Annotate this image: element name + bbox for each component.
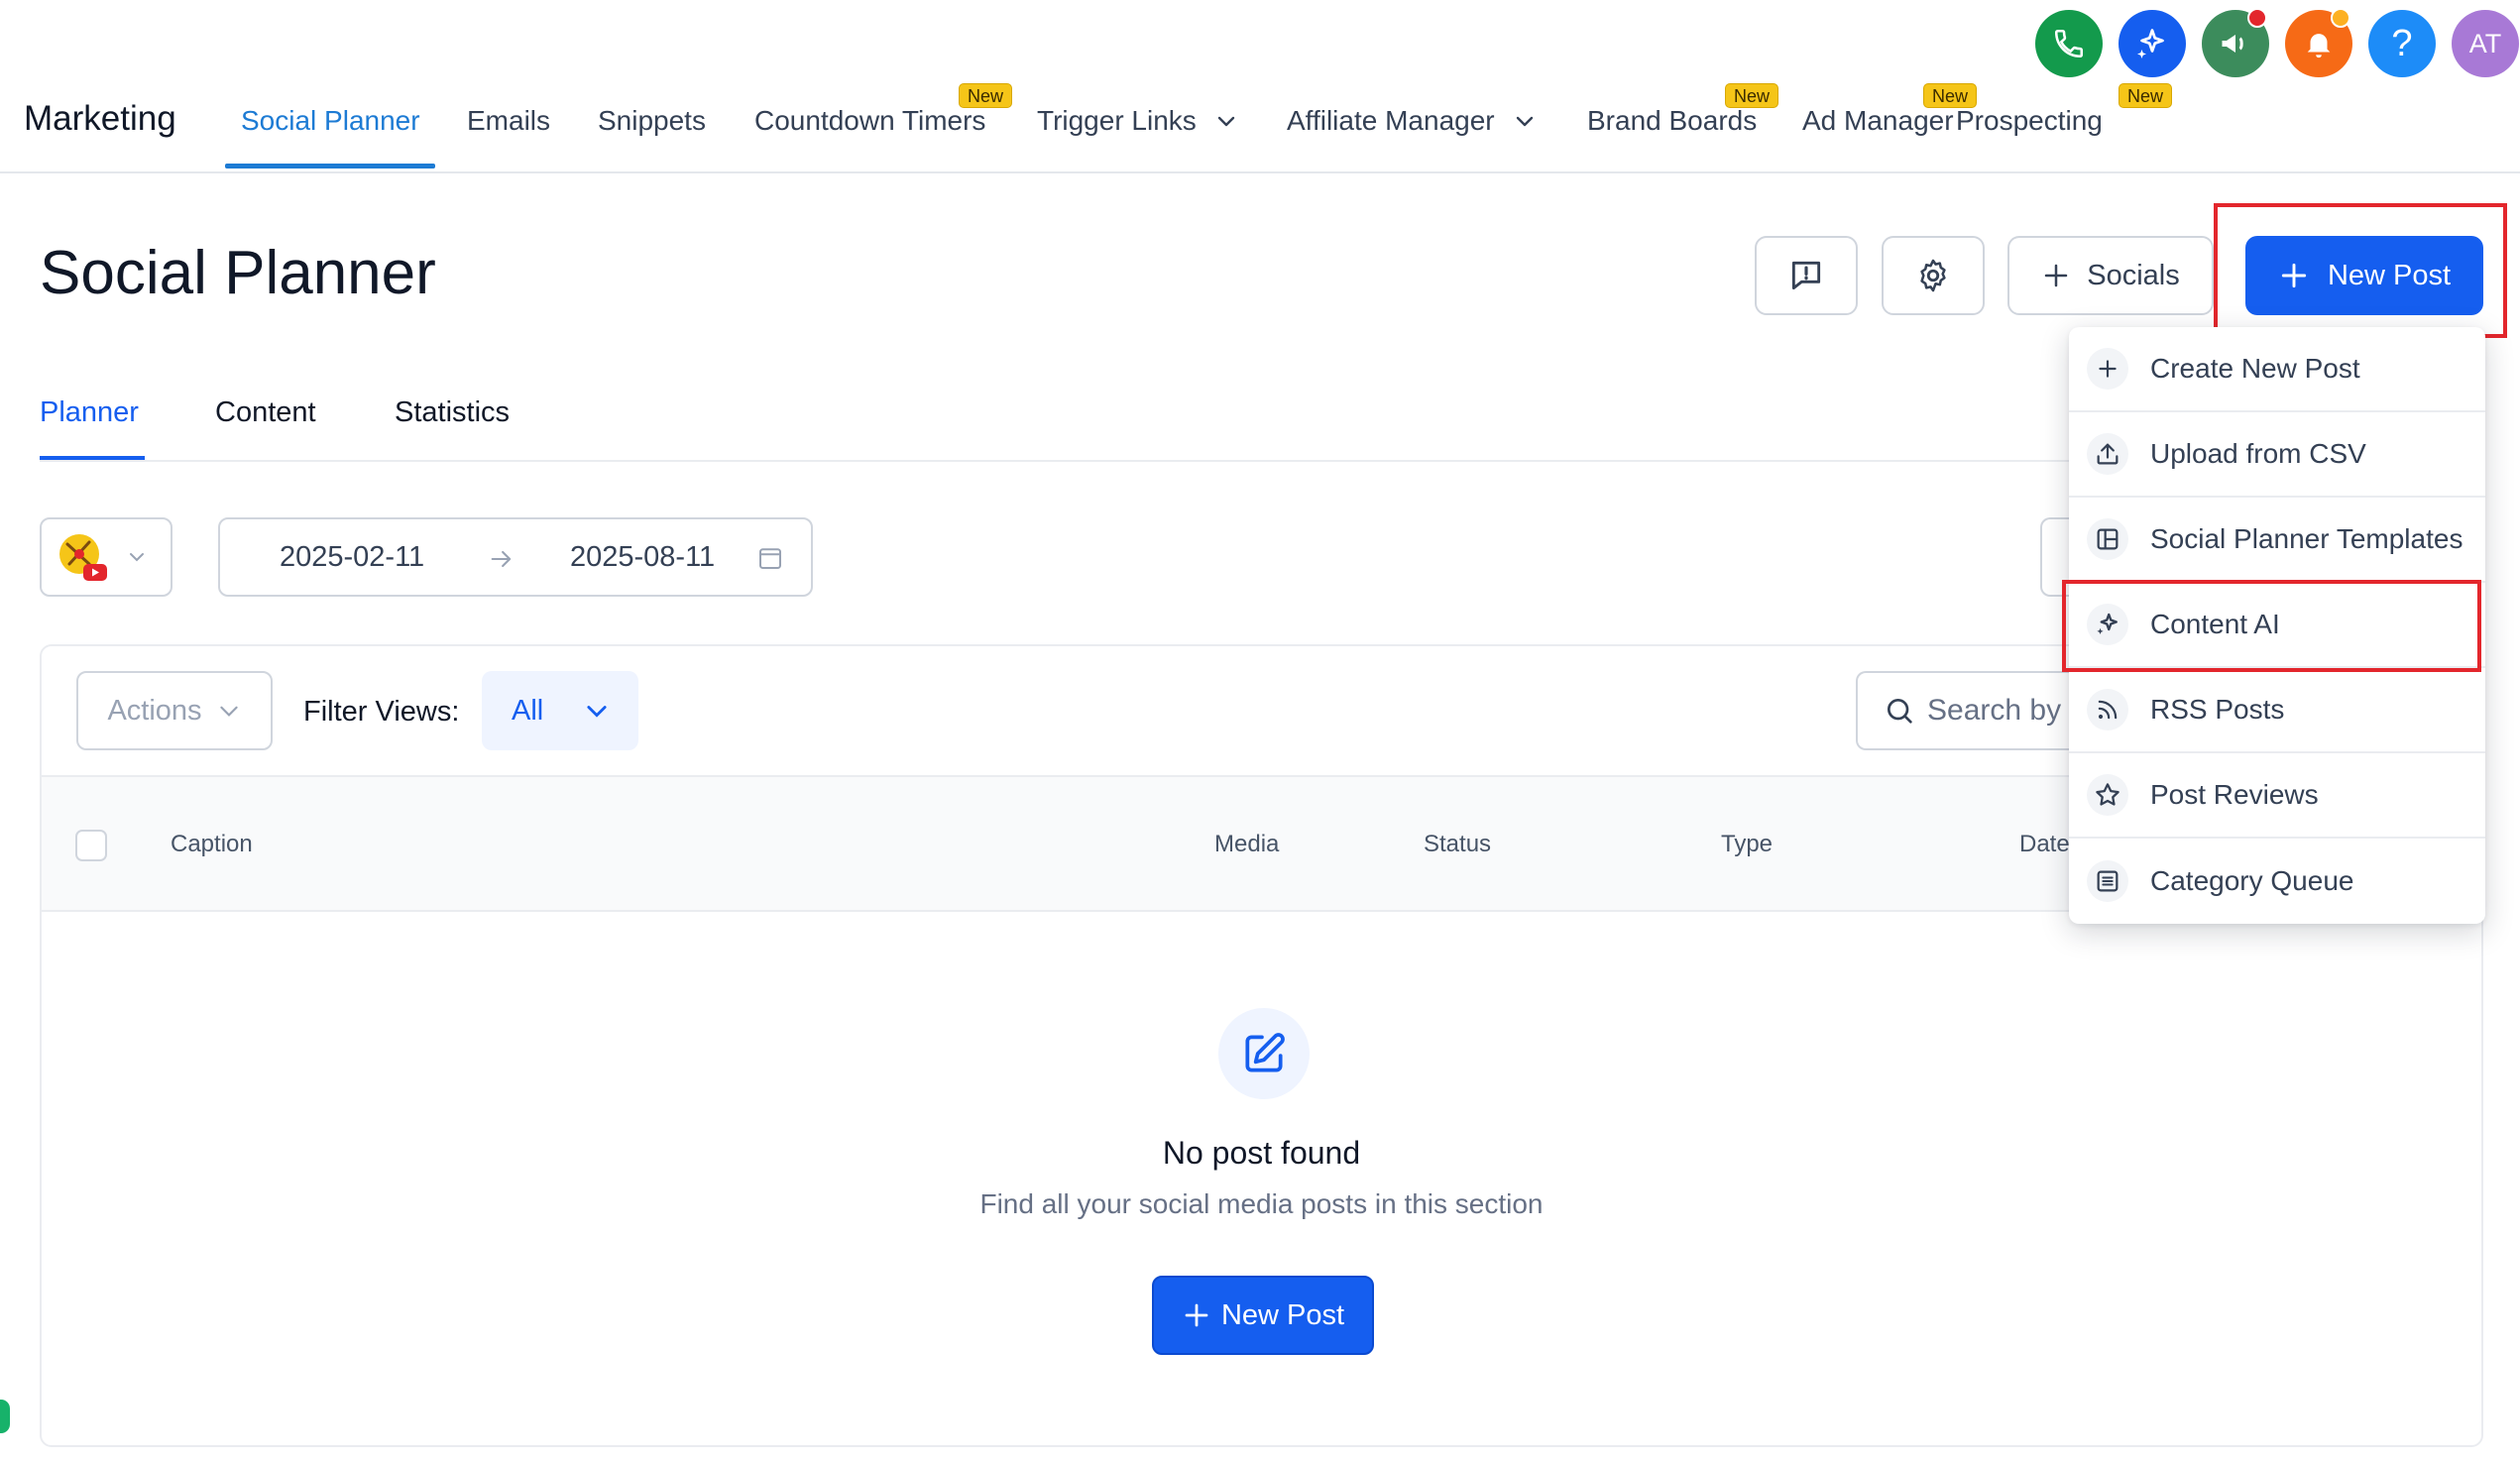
arrow-right-icon [488,545,515,573]
account-selector[interactable] [40,517,172,597]
page-title: Social Planner [40,239,436,307]
column-media[interactable]: Media [1214,831,1279,858]
tab-content[interactable]: Content [215,396,316,429]
rss-icon [2087,689,2128,730]
search-input[interactable]: Search by [1856,671,2104,750]
help-button[interactable]: ? [2368,10,2436,77]
account-avatar [56,530,109,584]
new-badge: New [1923,83,1978,108]
chevron-down-icon [125,545,149,569]
new-badge: New [1725,83,1779,108]
plus-icon [2041,261,2071,290]
menu-item-post-reviews[interactable]: Post Reviews [2069,753,2485,839]
nav-ad-manager[interactable]: Ad Manager [1802,105,1954,137]
nav-brand-boards[interactable]: Brand Boards [1587,105,1757,137]
search-icon [1884,695,1915,727]
tab-statistics[interactable]: Statistics [395,396,510,429]
phone-icon [2052,27,2086,60]
upload-icon [2087,433,2128,475]
tabs-divider [40,460,2087,462]
plus-icon [1182,1300,1211,1330]
notifications-button[interactable] [2285,8,2352,77]
actions-dropdown[interactable]: Actions [76,671,273,750]
user-avatar[interactable]: AT [2452,10,2519,77]
nav-snippets[interactable]: Snippets [598,105,706,137]
menu-item-create-new-post[interactable]: Create New Post [2069,327,2485,412]
menu-item-rss-posts[interactable]: RSS Posts [2069,668,2485,753]
edit-icon [1218,1008,1310,1099]
date-range-picker[interactable]: 2025-02-11 2025-08-11 [218,517,813,597]
chevron-down-icon [216,698,242,724]
empty-new-post-button[interactable]: New Post [1152,1276,1374,1355]
chevron-down-icon [583,697,611,725]
highlight-box-content-ai [2062,580,2481,672]
nav-social-planner[interactable]: Social Planner [241,105,420,137]
nav-emails[interactable]: Emails [467,105,550,137]
menu-item-social-planner-templates[interactable]: Social Planner Templates [2069,498,2485,583]
top-navigation-bar: Marketing Social Planner Emails Snippets… [0,0,2520,173]
app-brand-title: Marketing [24,99,176,138]
select-all-checkbox[interactable] [75,830,107,861]
nav-affiliate-manager[interactable]: Affiliate Manager [1287,105,1537,137]
tab-planner[interactable]: Planner [40,396,139,429]
menu-item-category-queue[interactable]: Category Queue [2069,839,2485,924]
add-socials-button[interactable]: Socials [2007,236,2214,315]
ai-assistant-button[interactable] [2119,10,2186,77]
megaphone-icon [2218,26,2253,61]
phone-button[interactable] [2035,10,2103,77]
help-icon: ? [2391,22,2413,64]
announcements-button[interactable] [2202,8,2269,77]
settings-button[interactable] [1882,236,1985,315]
sparkle-icon [2134,26,2170,61]
column-date[interactable]: Date [2019,831,2070,858]
chevron-down-icon [1214,109,1238,133]
filter-views-label: Filter Views: [303,696,460,728]
star-icon [2087,774,2128,816]
feedback-icon [1787,257,1825,294]
bell-icon [2302,27,2336,60]
notification-dot [2247,8,2267,28]
column-status[interactable]: Status [1424,831,1491,858]
gear-icon [1914,257,1952,294]
new-badge: New [2119,83,2173,108]
date-end[interactable]: 2025-08-11 [570,541,715,574]
calendar-icon [755,543,785,573]
side-status-indicator [0,1400,10,1433]
nav-countdown-timers[interactable]: Countdown Timers [754,105,985,137]
plus-icon [2087,348,2128,390]
column-caption[interactable]: Caption [171,831,253,858]
filter-views-select[interactable]: All [482,671,638,750]
chevron-down-icon [1513,109,1537,133]
active-tab-indicator [40,456,145,460]
template-icon [2087,518,2128,560]
nav-prospecting[interactable]: Prospecting [1956,105,2103,137]
column-type[interactable]: Type [1721,831,1773,858]
menu-item-upload-csv[interactable]: Upload from CSV [2069,412,2485,498]
new-badge: New [959,83,1013,108]
list-icon [2087,860,2128,902]
date-start[interactable]: 2025-02-11 [280,541,424,574]
highlight-box-new-post [2214,203,2507,338]
nav-trigger-links[interactable]: Trigger Links [1037,105,1238,137]
active-nav-indicator [225,164,435,169]
empty-state-subtitle: Find all your social media posts in this… [979,1188,1544,1219]
notification-dot [2331,8,2350,28]
feedback-button[interactable] [1755,236,1858,315]
empty-state-title: No post found [1162,1135,1361,1171]
